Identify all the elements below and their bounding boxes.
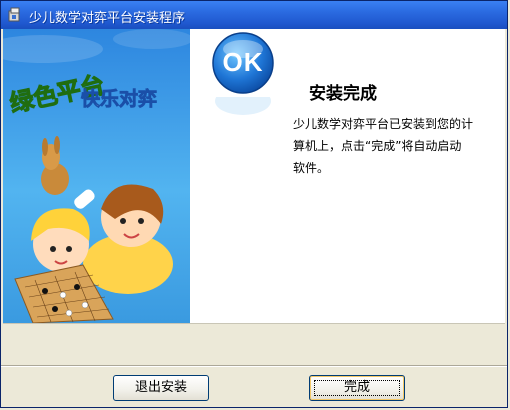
banner-text-line2: 快乐对弈 xyxy=(81,87,157,110)
finish-button[interactable]: 完成 xyxy=(309,375,405,401)
ok-badge-text: OK xyxy=(222,47,264,77)
completion-heading: 安装完成 xyxy=(309,84,377,104)
separator-line xyxy=(1,365,507,367)
window-title: 少儿数学对弈平台安装程序 xyxy=(29,11,186,26)
focus-outline xyxy=(314,380,400,396)
banner-illustration: 绿色平台 快乐对弈 xyxy=(3,29,190,323)
title-bar[interactable]: 少儿数学对弈平台安装程序 xyxy=(1,1,507,29)
exit-install-button[interactable]: 退出安装 xyxy=(113,375,209,401)
ok-badge-reflection xyxy=(215,97,271,115)
content-panel: 绿色平台 快乐对弈 OK 安装完成 少儿数学对弈平台已安装到您的计算机上，点击“… xyxy=(3,29,505,324)
installer-app-icon xyxy=(8,7,20,22)
installer-window: 少儿数学对弈平台安装程序 绿色平台 快乐对弈 OK 安装完成 少儿数学对弈平台已… xyxy=(0,0,508,408)
completion-message: 少儿数学对弈平台已安装到您的计算机上，点击“完成”将自动启动软件。 xyxy=(293,117,474,175)
